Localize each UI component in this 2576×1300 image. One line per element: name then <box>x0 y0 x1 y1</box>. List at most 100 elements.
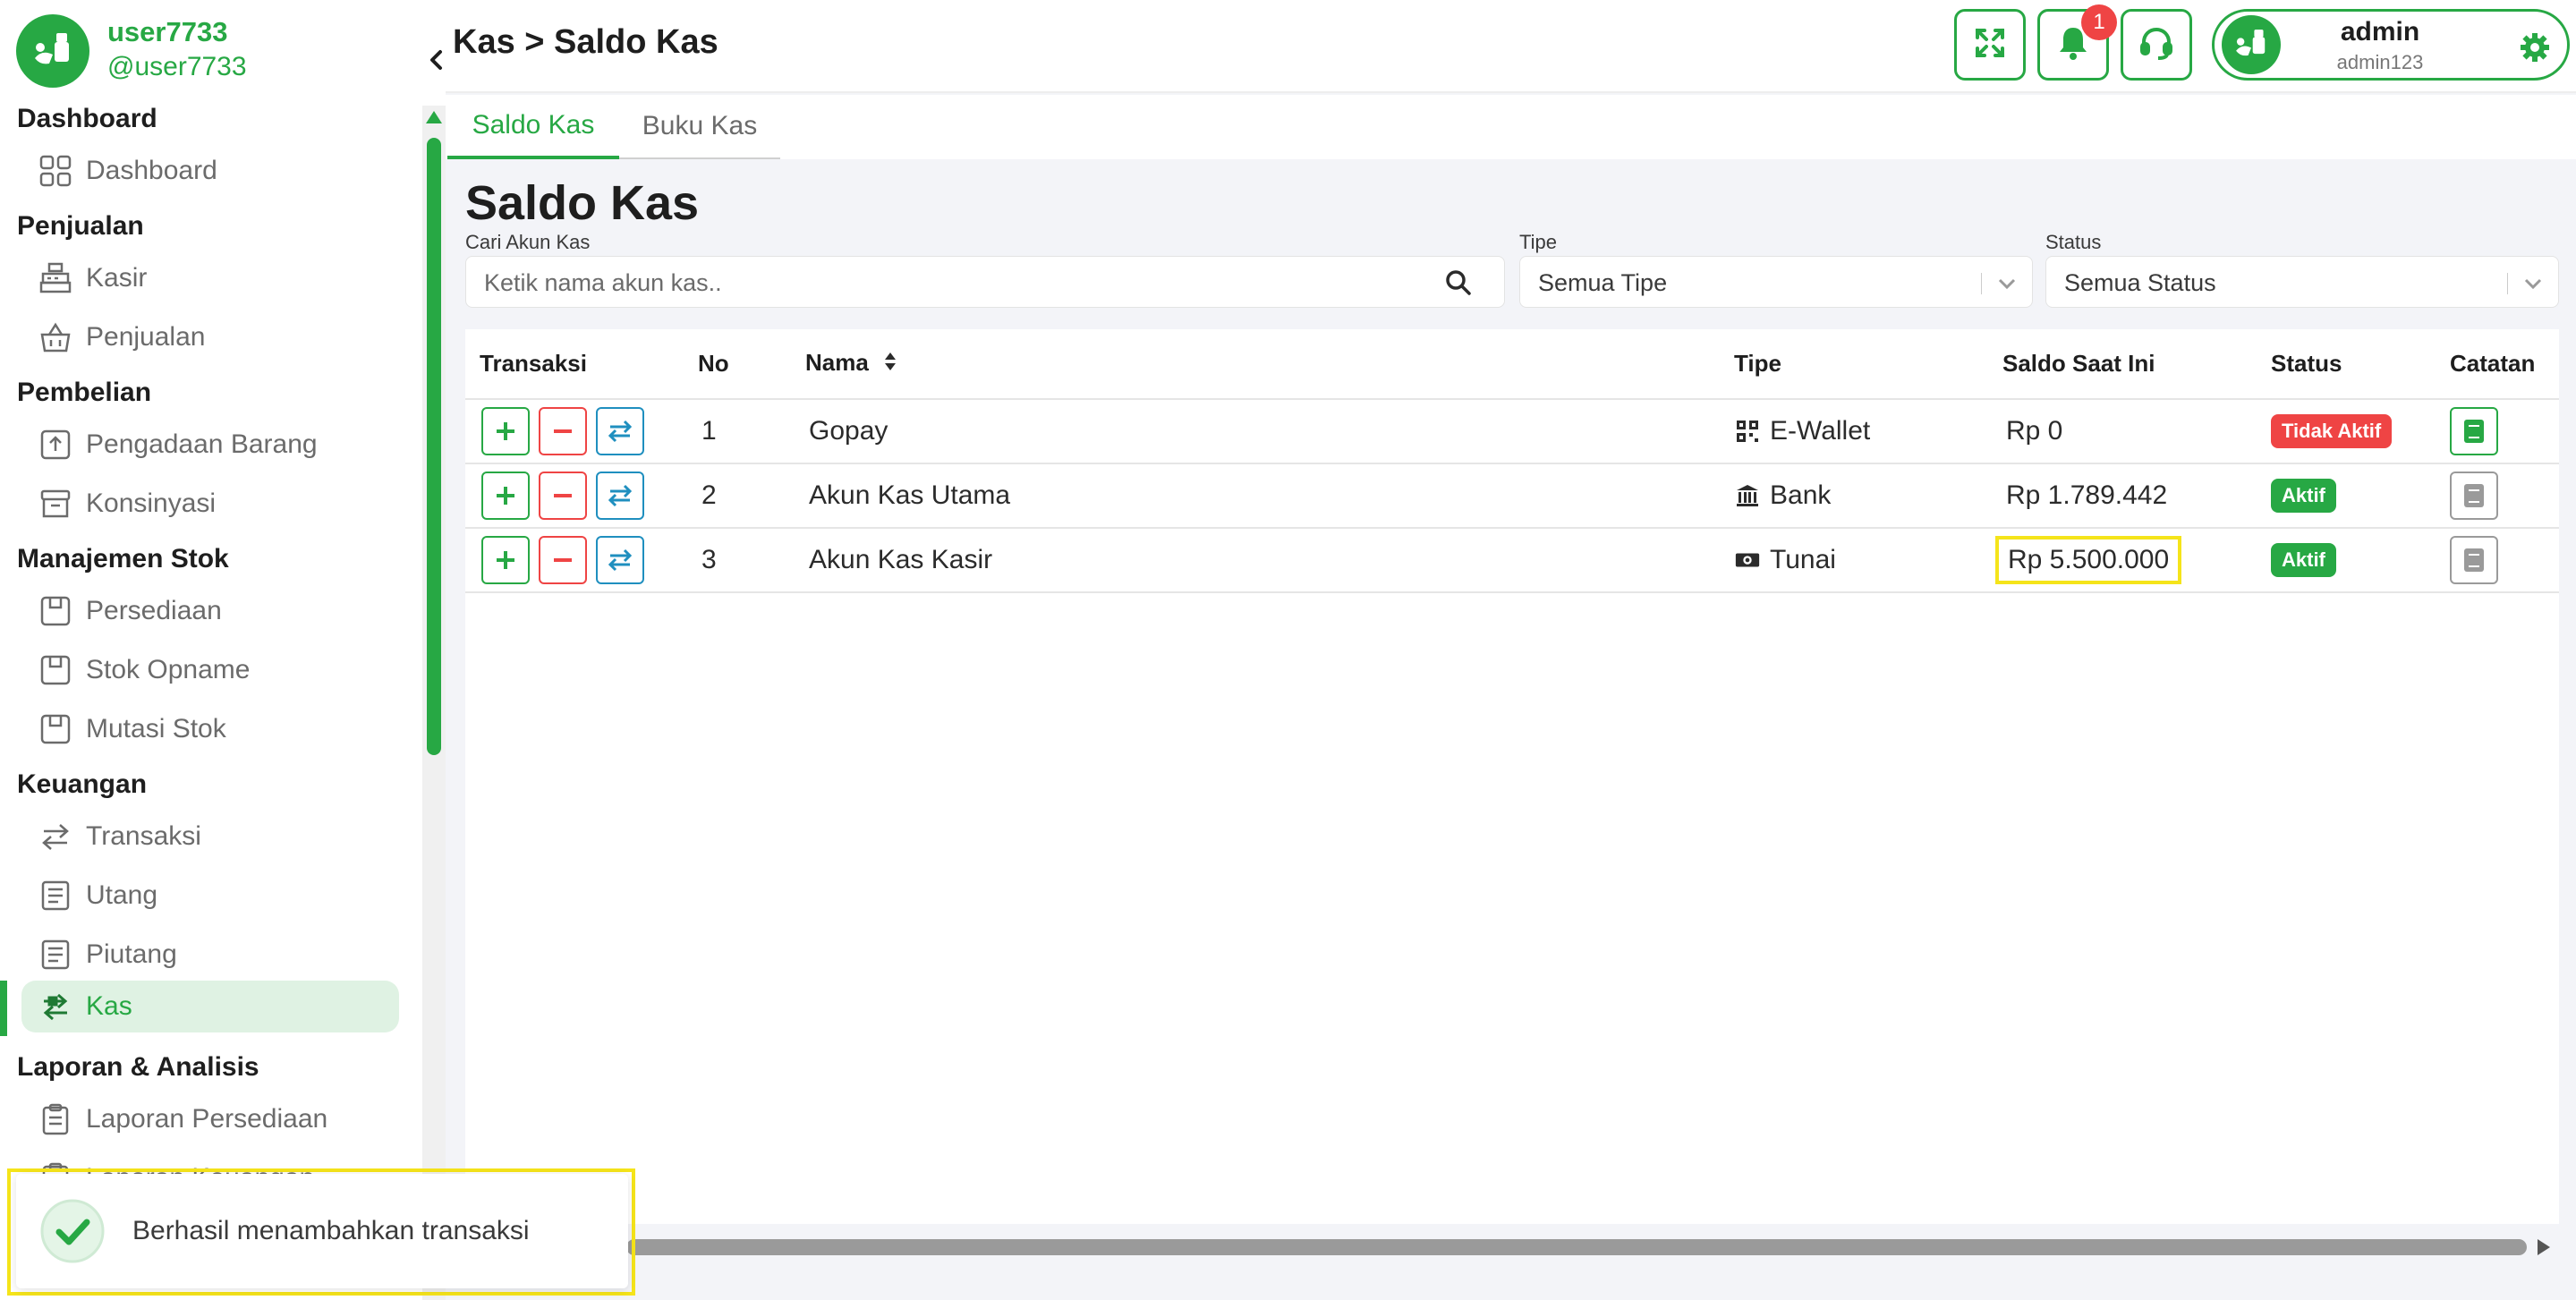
row-tipe: Bank <box>1734 463 2002 529</box>
sidebar-item-label: Persediaan <box>86 596 222 625</box>
search-icon[interactable] <box>1445 269 1472 296</box>
cash-transfer-icon <box>38 989 73 1024</box>
tipe-select[interactable]: Semua Tipe <box>1519 256 2033 308</box>
sidebar-scrollbar[interactable] <box>422 106 446 1300</box>
sidebar-item-pengadaan-barang[interactable]: Pengadaan Barang <box>21 419 399 471</box>
scroll-right-arrow-icon[interactable] <box>2538 1239 2550 1255</box>
select-separator <box>2507 273 2508 294</box>
sidebar-item-transaksi[interactable]: Transaksi <box>21 811 399 862</box>
notifications-button[interactable]: 1 <box>2037 4 2117 81</box>
sidebar-item-piutang[interactable]: Piutang <box>21 929 399 981</box>
section-manajemen-stok: Manajemen Stok <box>17 544 229 574</box>
avatar <box>2222 15 2281 74</box>
subtract-transaction-button[interactable] <box>539 407 587 455</box>
section-pembelian: Pembelian <box>17 378 152 407</box>
section-keuangan: Keuangan <box>17 769 148 799</box>
status-badge: Aktif <box>2271 479 2336 513</box>
inventory-icon <box>38 711 73 747</box>
row-status: Tidak Aktif <box>2271 399 2450 464</box>
gear-icon[interactable] <box>2519 31 2551 64</box>
cash-icon <box>1734 547 1761 574</box>
search-input[interactable] <box>484 266 1433 300</box>
scroll-up-arrow-icon[interactable] <box>426 111 442 123</box>
search-field[interactable] <box>465 256 1505 308</box>
transfer-button[interactable] <box>596 407 644 455</box>
subtract-transaction-button[interactable] <box>539 472 587 520</box>
section-laporan-analisis: Laporan & Analisis <box>17 1052 259 1082</box>
sort-icon[interactable] <box>884 351 897 378</box>
receipt-icon <box>38 878 73 913</box>
sidebar-item-label: Kasir <box>86 263 148 293</box>
success-toast[interactable]: Berhasil menambahkan transaksi <box>16 1174 628 1288</box>
page-title: Saldo Kas <box>465 176 700 230</box>
note-button[interactable] <box>2450 536 2498 584</box>
note-button[interactable] <box>2450 472 2498 520</box>
top-header: Kas > Saldo Kas 1 admin admin123 <box>446 0 2576 93</box>
row-saldo: Rp 1.789.442 <box>2002 463 2271 529</box>
sidebar-item-penjualan[interactable]: Penjualan <box>21 311 399 363</box>
row-catatan <box>2450 463 2559 529</box>
sidebar-item-konsinyasi[interactable]: Konsinyasi <box>21 478 399 530</box>
sidebar-item-laporan-persediaan[interactable]: Laporan Persediaan <box>21 1093 399 1145</box>
sidebar-item-persediaan[interactable]: Persediaan <box>21 585 399 637</box>
sidebar-item-label: Piutang <box>86 939 177 969</box>
grid-icon <box>38 153 73 189</box>
status-badge: Tidak Aktif <box>2271 414 2393 448</box>
cash-register-icon <box>38 260 73 296</box>
add-transaction-button[interactable] <box>481 472 530 520</box>
active-indicator <box>0 981 7 1036</box>
subtract-transaction-button[interactable] <box>539 536 587 584</box>
sidebar-handle: @user7733 <box>107 52 247 81</box>
row-catatan <box>2450 399 2559 464</box>
row-status: Aktif <box>2271 528 2450 593</box>
sidebar-item-label: Pengadaan Barang <box>86 429 318 459</box>
sidebar-item-kas[interactable]: Kas <box>21 981 399 1032</box>
table-row: 3 Akun Kas Kasir Tunai Rp 5.500.000 Akti… <box>465 528 2559 593</box>
main-content: Saldo Kas Cari Akun Kas Tipe Semua Tipe … <box>465 159 2576 1300</box>
add-transaction-button[interactable] <box>481 407 530 455</box>
tab-buku-kas[interactable]: Buku Kas <box>619 95 780 159</box>
fullscreen-button[interactable] <box>1954 9 2026 81</box>
status-select[interactable]: Semua Status <box>2045 256 2559 308</box>
note-button[interactable] <box>2450 407 2498 455</box>
select-separator <box>1981 273 1982 294</box>
sidebar-item-stok-opname[interactable]: Stok Opname <box>21 644 399 696</box>
status-badge: Aktif <box>2271 543 2336 577</box>
support-button[interactable] <box>2121 9 2192 81</box>
chevron-down-icon[interactable] <box>1994 271 2019 296</box>
profile-menu[interactable]: admin admin123 <box>2212 9 2570 81</box>
inventory-icon <box>38 593 73 629</box>
headset-icon <box>2138 24 2175 66</box>
table-horizontal-scrollbar[interactable] <box>626 1239 2527 1255</box>
sidebar-item-label: Dashboard <box>86 156 217 185</box>
expand-icon <box>1972 25 2008 65</box>
column-header-label: Nama <box>805 349 869 377</box>
sidebar-item-utang[interactable]: Utang <box>21 870 399 922</box>
section-penjualan: Penjualan <box>17 211 144 241</box>
row-tipe: E-Wallet <box>1734 399 2002 464</box>
clipboard-icon <box>38 1101 73 1137</box>
column-header-nama[interactable]: Nama <box>805 329 1734 400</box>
collapse-sidebar-chevron-icon[interactable] <box>423 47 446 73</box>
archive-icon <box>38 486 73 522</box>
row-catatan <box>2450 528 2559 593</box>
chevron-down-icon[interactable] <box>2521 271 2546 296</box>
sidebar-item-kasir[interactable]: Kasir <box>21 252 399 304</box>
row-saldo: Rp 0 <box>2002 399 2271 464</box>
transfer-button[interactable] <box>596 472 644 520</box>
bank-icon <box>1734 482 1761 509</box>
row-tipe-label: Bank <box>1770 480 1832 510</box>
transfer-button[interactable] <box>596 536 644 584</box>
tab-saldo-kas[interactable]: Saldo Kas <box>447 95 619 159</box>
column-header-catatan: Catatan <box>2450 329 2559 400</box>
sidebar-item-dashboard[interactable]: Dashboard <box>21 145 399 197</box>
sidebar-scrollbar-thumb[interactable] <box>427 138 441 755</box>
sidebar-item-label: Utang <box>86 880 158 910</box>
sidebar-item-mutasi-stok[interactable]: Mutasi Stok <box>21 703 399 755</box>
sidebar-item-label: Transaksi <box>86 821 201 851</box>
table-header-row: Transaksi No Nama Tipe Saldo Saat Ini St… <box>465 329 2559 400</box>
notification-count-badge: 1 <box>2081 4 2117 40</box>
sidebar-item-label: Mutasi Stok <box>86 714 226 743</box>
add-transaction-button[interactable] <box>481 536 530 584</box>
breadcrumb: Kas > Saldo Kas <box>453 23 718 61</box>
